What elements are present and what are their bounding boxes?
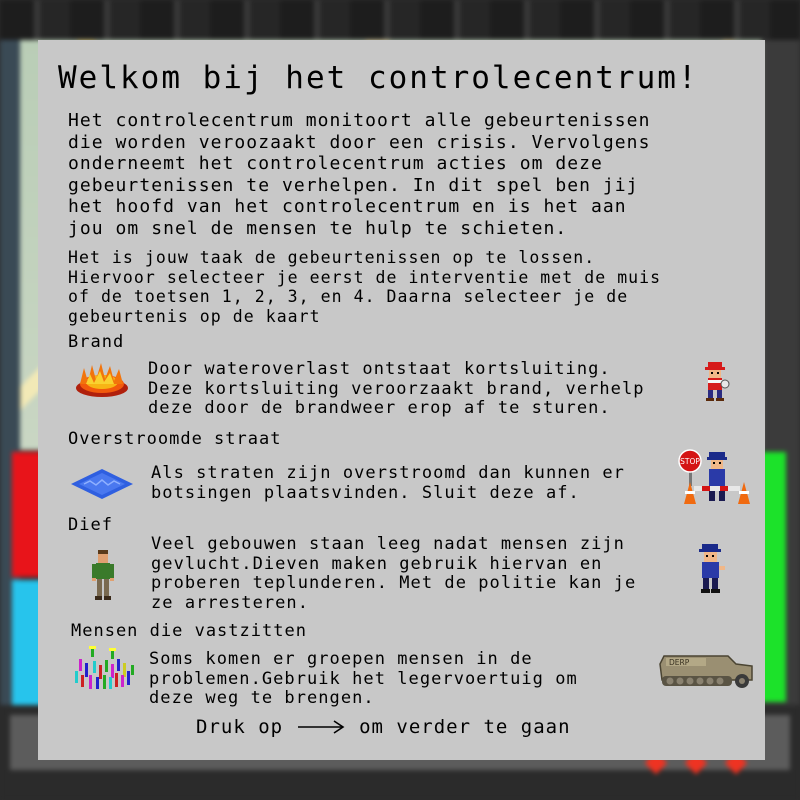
flooded-tile-icon	[71, 469, 133, 499]
army-vehicle-icon: DERP	[659, 655, 753, 688]
continue-prompt[interactable]: Druk op om verder te gaan	[196, 716, 571, 738]
event-text-fire: Door wateroverlast ontstaat kortsluiting…	[148, 359, 645, 418]
event-text-thief: Veel gebouwen staan leeg nadat mensen zi…	[151, 534, 637, 613]
arrow-right-icon	[298, 720, 345, 734]
event-text-flood: Als straten zijn overstroomd dan kunnen …	[151, 463, 625, 503]
firefighter-icon	[705, 362, 730, 401]
stop-sign-text: STOP	[680, 457, 700, 466]
instructions-text: Het is jouw taak de gebeurtenissen op te…	[68, 248, 662, 326]
police-officer-icon	[699, 544, 725, 593]
event-heading-flood: Overstroomde straat	[68, 429, 282, 449]
top-bar	[0, 0, 800, 42]
continue-prompt-after: om verder te gaan	[359, 716, 571, 738]
event-heading-fire: Brand	[68, 332, 125, 352]
dialog-title: Welkom bij het controlecentrum!	[58, 60, 699, 96]
event-heading-stuck-people: Mensen die vastzitten	[71, 621, 307, 641]
fire-icon	[76, 363, 128, 397]
event-heading-thief: Dief	[68, 515, 113, 535]
crowd-icon	[75, 646, 134, 689]
event-text-stuck-people: Soms komen er groepen mensen in de probl…	[149, 649, 578, 708]
thief-icon	[92, 550, 114, 600]
continue-prompt-before: Druk op	[196, 716, 284, 738]
vehicle-text: DERP	[669, 658, 690, 667]
intro-text: Het controlecentrum monitoort alle gebeu…	[68, 110, 651, 239]
welcome-dialog: Welkom bij het controlecentrum! Het cont…	[38, 40, 765, 760]
traffic-officer-icon: STOP	[678, 449, 750, 504]
